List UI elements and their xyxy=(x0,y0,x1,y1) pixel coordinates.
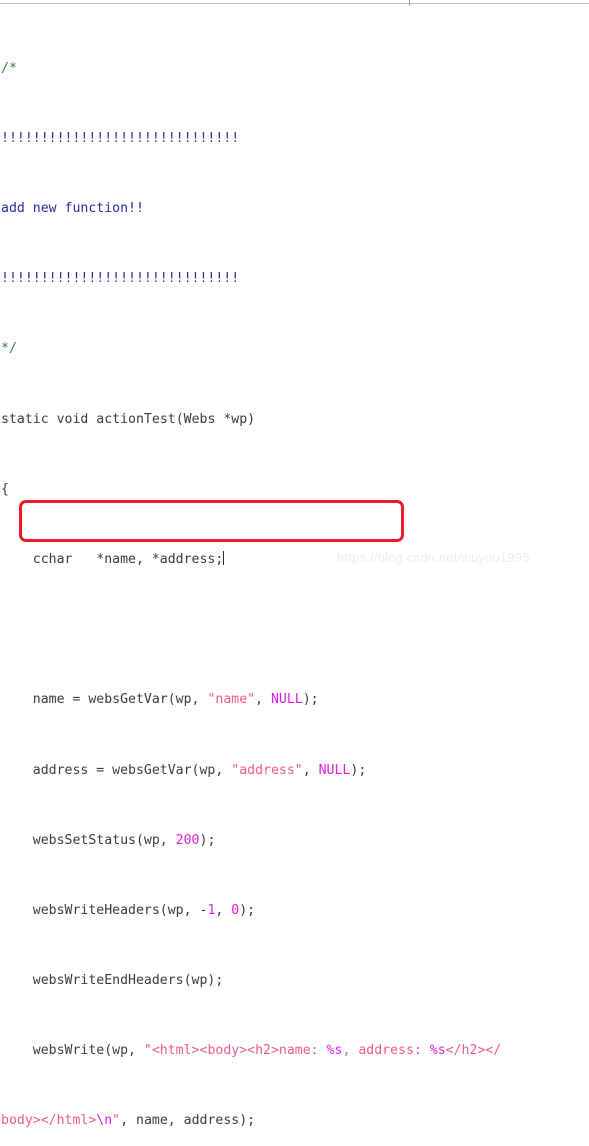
constant-null: NULL xyxy=(270,692,303,708)
format-specifier: %s xyxy=(326,1043,343,1059)
code-line[interactable]: address = websGetVar(wp, "address", NULL… xyxy=(0,762,589,780)
function-signature-actiontest: actionTest(Webs *wp) xyxy=(88,411,256,427)
number-1: 1 xyxy=(207,902,216,918)
code-line[interactable]: websWriteHeaders(wp, -1, 0); xyxy=(0,902,589,920)
code-editor-pane[interactable]: /* !!!!!!!!!!!!!!!!!!!!!!!!!!!!!! add ne… xyxy=(0,7,589,1146)
comment-banner-top: !!!!!!!!!!!!!!!!!!!!!!!!!!!!!! xyxy=(1,130,240,146)
code-line[interactable]: websWriteEndHeaders(wp); xyxy=(0,972,589,990)
code-line-blank[interactable] xyxy=(0,621,589,639)
number-0: 0 xyxy=(231,902,240,918)
watermark-text: https://blog.csdn.net/wuyou1995 xyxy=(337,550,530,565)
editor-split-rule xyxy=(0,3,589,4)
keyword-void: void xyxy=(56,411,89,427)
escape-newline: \n xyxy=(96,1113,113,1129)
constant-null: NULL xyxy=(318,762,351,778)
string-literal-name: "name" xyxy=(207,692,256,708)
code-line[interactable]: { xyxy=(0,481,589,499)
call-webswriteendheaders: websWriteEndHeaders(wp); xyxy=(1,973,224,989)
keyword-static: static xyxy=(1,411,49,427)
number-200: 200 xyxy=(175,832,200,848)
code-line[interactable]: websSetStatus(wp, 200); xyxy=(0,832,589,850)
code-line[interactable]: websWrite(wp, "<html><body><h2>name: %s,… xyxy=(0,1042,589,1060)
comment-close-marker: */ xyxy=(1,341,17,357)
code-line[interactable]: name = websGetVar(wp, "name", NULL); xyxy=(0,691,589,709)
code-line-wrapped[interactable]: body></html>\n", name, address); xyxy=(0,1112,589,1130)
text-caret xyxy=(223,550,225,565)
string-literal-address: "address" xyxy=(231,762,303,778)
code-line[interactable]: !!!!!!!!!!!!!!!!!!!!!!!!!!!!!! xyxy=(0,130,589,148)
code-line[interactable]: !!!!!!!!!!!!!!!!!!!!!!!!!!!!!! xyxy=(0,270,589,288)
code-line[interactable]: */ xyxy=(0,340,589,358)
code-line[interactable]: add new function!! xyxy=(0,200,589,218)
brace-open: { xyxy=(1,481,9,497)
code-line[interactable]: /* xyxy=(0,60,589,78)
code-line[interactable]: static void actionTest(Webs *wp) xyxy=(0,411,589,429)
format-specifier: %s xyxy=(429,1043,446,1059)
comment-open-marker: /* xyxy=(1,60,17,76)
comment-text: add new function!! xyxy=(1,201,144,217)
editor-split-rule-tick[interactable] xyxy=(409,0,410,6)
comment-banner-bottom: !!!!!!!!!!!!!!!!!!!!!!!!!!!!!! xyxy=(1,271,240,287)
declaration-cchar: cchar *name, *address; xyxy=(1,551,224,567)
